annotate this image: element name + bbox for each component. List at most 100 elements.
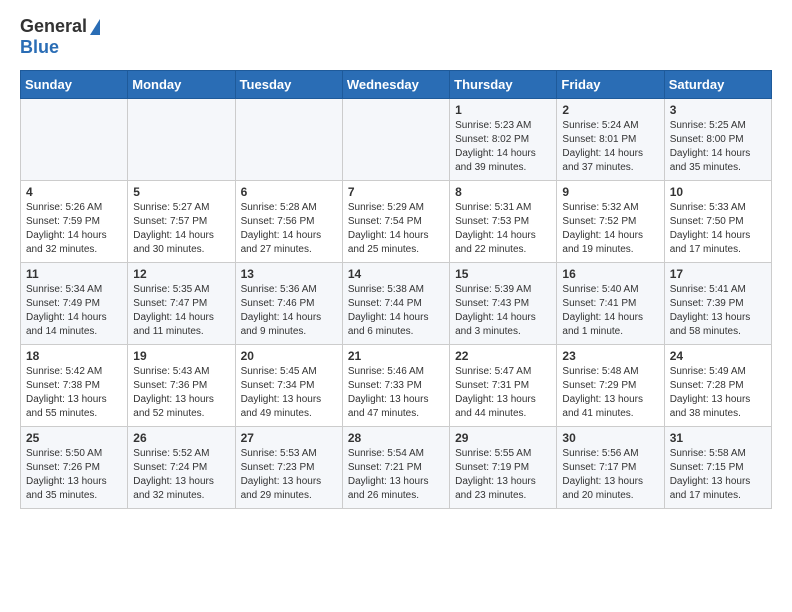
calendar-day-23: 23Sunrise: 5:48 AM Sunset: 7:29 PM Dayli… [557,345,664,427]
day-info: Sunrise: 5:26 AM Sunset: 7:59 PM Dayligh… [26,201,122,257]
day-number: 31 [670,431,766,445]
calendar-empty-cell [235,99,342,181]
calendar-day-21: 21 Sunrise: 5:46 AM Sunset: 7:33 PM Dayli… [342,345,449,427]
day-info: Sunrise: 5:42 AM Sunset: 7:38 PM Dayligh… [26,365,122,421]
day-info: Sunrise: 5:49 AM Sunset: 7:28 PM Dayligh… [670,365,766,421]
calendar-empty-cell [342,99,449,181]
day-info: Sunrise: 5:38 AM Sunset: 7:44 PM Dayligh… [348,283,444,339]
day-number: 12 [133,267,229,281]
day-info: Sunrise: 5:35 AM Sunset: 7:47 PM Dayligh… [133,283,229,339]
calendar-day-20: 20 Sunrise: 5:45 AM Sunset: 7:34 PM Dayli… [235,345,342,427]
day-number: 19 [133,349,229,363]
calendar-day-13: 13 Sunrise: 5:36 AM Sunset: 7:46 PM Dayli… [235,263,342,345]
day-number: 9 [562,185,658,199]
calendar-day-14: 14 Sunrise: 5:38 AM Sunset: 7:44 PM Dayli… [342,263,449,345]
day-number: 20 [241,349,337,363]
day-number: 7 [348,185,444,199]
day-number: 5 [133,185,229,199]
calendar-day-30: 30 Sunrise: 5:56 AM Sunset: 7:17 PM Dayli… [557,427,664,509]
day-number: 16 [562,267,658,281]
calendar-day-26: 26Sunrise: 5:52 AM Sunset: 7:24 PM Dayli… [128,427,235,509]
calendar-day-6: 6 Sunrise: 5:28 AM Sunset: 7:56 PM Daylig… [235,181,342,263]
day-number: 24 [670,349,766,363]
day-number: 27 [241,431,337,445]
day-info: Sunrise: 5:29 AM Sunset: 7:54 PM Dayligh… [348,201,444,257]
day-info: Sunrise: 5:33 AM Sunset: 7:50 PM Dayligh… [670,201,766,257]
day-info: Sunrise: 5:50 AM Sunset: 7:26 PM Dayligh… [26,447,122,503]
calendar-empty-cell [21,99,128,181]
calendar-week-row: 18Sunrise: 5:42 AM Sunset: 7:38 PM Dayli… [21,345,772,427]
header: General Blue [20,16,772,58]
day-header-sunday: Sunday [21,71,128,99]
day-number: 29 [455,431,551,445]
day-number: 21 [348,349,444,363]
logo: General Blue [20,16,100,58]
calendar-day-16: 16 Sunrise: 5:40 AM Sunset: 7:41 PM Dayli… [557,263,664,345]
day-header-tuesday: Tuesday [235,71,342,99]
day-number: 30 [562,431,658,445]
day-info: Sunrise: 5:40 AM Sunset: 7:41 PM Dayligh… [562,283,658,339]
day-info: Sunrise: 5:31 AM Sunset: 7:53 PM Dayligh… [455,201,551,257]
calendar-day-9: 9Sunrise: 5:32 AM Sunset: 7:52 PM Daylig… [557,181,664,263]
day-info: Sunrise: 5:36 AM Sunset: 7:46 PM Dayligh… [241,283,337,339]
calendar-day-3: 3Sunrise: 5:25 AM Sunset: 8:00 PM Daylig… [664,99,771,181]
logo-triangle-icon [90,19,100,35]
day-info: Sunrise: 5:45 AM Sunset: 7:34 PM Dayligh… [241,365,337,421]
calendar-day-12: 12 Sunrise: 5:35 AM Sunset: 7:47 PM Dayli… [128,263,235,345]
calendar-day-19: 19Sunrise: 5:43 AM Sunset: 7:36 PM Dayli… [128,345,235,427]
calendar-table: SundayMondayTuesdayWednesdayThursdayFrid… [20,70,772,509]
day-info: Sunrise: 5:54 AM Sunset: 7:21 PM Dayligh… [348,447,444,503]
day-info: Sunrise: 5:58 AM Sunset: 7:15 PM Dayligh… [670,447,766,503]
day-number: 13 [241,267,337,281]
day-info: Sunrise: 5:55 AM Sunset: 7:19 PM Dayligh… [455,447,551,503]
day-info: Sunrise: 5:39 AM Sunset: 7:43 PM Dayligh… [455,283,551,339]
day-info: Sunrise: 5:23 AM Sunset: 8:02 PM Dayligh… [455,119,551,175]
calendar-day-18: 18Sunrise: 5:42 AM Sunset: 7:38 PM Dayli… [21,345,128,427]
day-number: 6 [241,185,337,199]
day-number: 1 [455,103,551,117]
day-number: 4 [26,185,122,199]
day-info: Sunrise: 5:28 AM Sunset: 7:56 PM Dayligh… [241,201,337,257]
day-info: Sunrise: 5:56 AM Sunset: 7:17 PM Dayligh… [562,447,658,503]
logo-blue-text: Blue [20,37,59,58]
calendar-day-28: 28 Sunrise: 5:54 AM Sunset: 7:21 PM Dayli… [342,427,449,509]
day-info: Sunrise: 5:24 AM Sunset: 8:01 PM Dayligh… [562,119,658,175]
calendar-day-11: 11Sunrise: 5:34 AM Sunset: 7:49 PM Dayli… [21,263,128,345]
day-number: 23 [562,349,658,363]
day-header-thursday: Thursday [450,71,557,99]
calendar-day-1: 1 Sunrise: 5:23 AM Sunset: 8:02 PM Daylig… [450,99,557,181]
calendar-day-17: 17Sunrise: 5:41 AM Sunset: 7:39 PM Dayli… [664,263,771,345]
calendar-week-row: 1 Sunrise: 5:23 AM Sunset: 8:02 PM Daylig… [21,99,772,181]
day-number: 10 [670,185,766,199]
day-header-monday: Monday [128,71,235,99]
calendar-day-2: 2 Sunrise: 5:24 AM Sunset: 8:01 PM Daylig… [557,99,664,181]
day-header-friday: Friday [557,71,664,99]
calendar-header-row: SundayMondayTuesdayWednesdayThursdayFrid… [21,71,772,99]
day-number: 15 [455,267,551,281]
day-number: 2 [562,103,658,117]
day-info: Sunrise: 5:41 AM Sunset: 7:39 PM Dayligh… [670,283,766,339]
day-info: Sunrise: 5:46 AM Sunset: 7:33 PM Dayligh… [348,365,444,421]
day-number: 14 [348,267,444,281]
calendar-day-31: 31 Sunrise: 5:58 AM Sunset: 7:15 PM Dayli… [664,427,771,509]
calendar-day-22: 22Sunrise: 5:47 AM Sunset: 7:31 PM Dayli… [450,345,557,427]
day-header-wednesday: Wednesday [342,71,449,99]
calendar-empty-cell [128,99,235,181]
day-header-saturday: Saturday [664,71,771,99]
calendar-day-10: 10 Sunrise: 5:33 AM Sunset: 7:50 PM Dayli… [664,181,771,263]
calendar-day-7: 7 Sunrise: 5:29 AM Sunset: 7:54 PM Daylig… [342,181,449,263]
calendar-day-5: 5Sunrise: 5:27 AM Sunset: 7:57 PM Daylig… [128,181,235,263]
calendar-week-row: 4 Sunrise: 5:26 AM Sunset: 7:59 PM Daylig… [21,181,772,263]
day-number: 8 [455,185,551,199]
day-number: 3 [670,103,766,117]
day-info: Sunrise: 5:53 AM Sunset: 7:23 PM Dayligh… [241,447,337,503]
day-number: 22 [455,349,551,363]
day-number: 28 [348,431,444,445]
calendar-week-row: 11Sunrise: 5:34 AM Sunset: 7:49 PM Dayli… [21,263,772,345]
day-info: Sunrise: 5:52 AM Sunset: 7:24 PM Dayligh… [133,447,229,503]
calendar-week-row: 25Sunrise: 5:50 AM Sunset: 7:26 PM Dayli… [21,427,772,509]
calendar-day-15: 15 Sunrise: 5:39 AM Sunset: 7:43 PM Dayli… [450,263,557,345]
day-number: 11 [26,267,122,281]
calendar-day-29: 29 Sunrise: 5:55 AM Sunset: 7:19 PM Dayli… [450,427,557,509]
calendar-day-25: 25Sunrise: 5:50 AM Sunset: 7:26 PM Dayli… [21,427,128,509]
